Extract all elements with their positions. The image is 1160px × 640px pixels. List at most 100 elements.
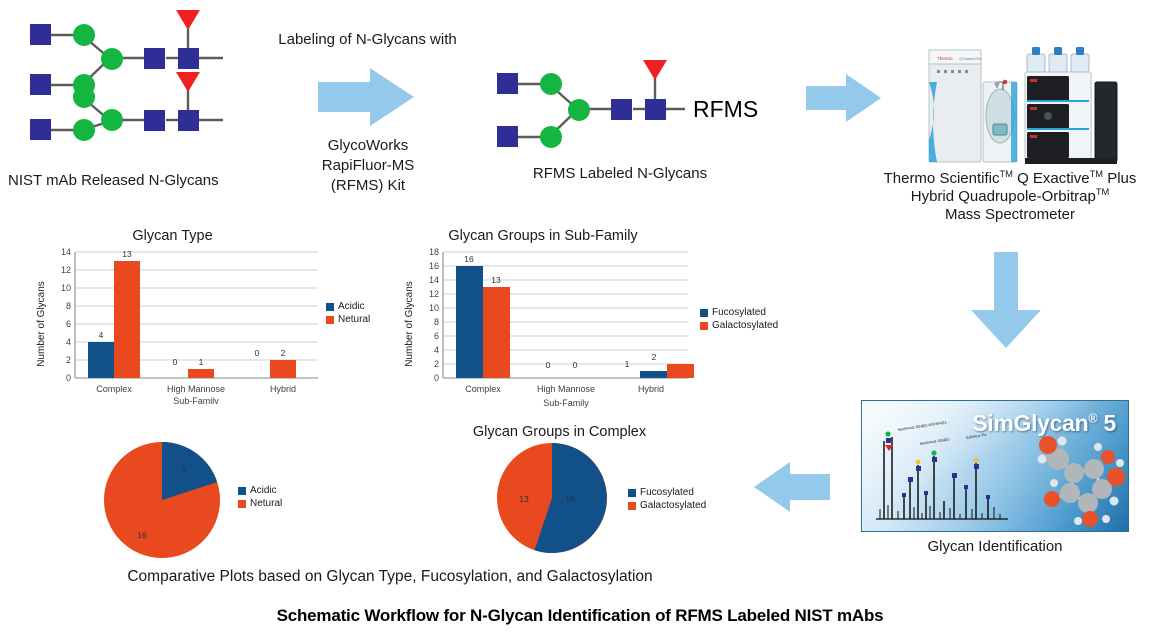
legend-label-galactosylated-pie: Galactosylated <box>640 500 707 511</box>
dl-complex-netural: 13 <box>122 249 132 259</box>
trademark-symbol-2: TM <box>1089 169 1104 179</box>
chart1-legend-item-acidic: Acidic <box>326 300 370 313</box>
legend-label-fucosylated: Fucosylated <box>712 307 766 318</box>
chart2-xlabel: Sub-Family <box>543 398 589 408</box>
released-glycan-structure <box>30 10 223 141</box>
pie2-label-fucosylated: 16 <box>565 494 575 504</box>
chart-glycan-type-title: Glycan Type <box>132 228 213 244</box>
chart2-ytick-3: 6 <box>434 331 439 341</box>
dl2-hm-gal: 0 <box>573 360 578 370</box>
chart1-ytick-6: 12 <box>61 265 71 275</box>
chart1-ylabel: Number of Glycans <box>36 281 47 367</box>
chart-pie-groups-complex-title: Glycan Groups in Complex <box>472 424 647 440</box>
chart-glycan-type: Glycan Type Number of Glycans 0 2 4 6 8 … <box>30 228 370 408</box>
chart2-xtick-2: Hybrid <box>638 384 664 394</box>
simglycan-version: 5 <box>1103 410 1117 436</box>
pie-glycan-type-plot: 4 16 <box>104 442 220 558</box>
fucose-triangle-icon <box>643 60 667 80</box>
chart1-ytick-2: 4 <box>66 337 71 347</box>
legend-label-fucosylated-pie: Fucosylated <box>640 487 694 498</box>
bar-highmannose-netural <box>188 369 214 378</box>
chart1-legend-item-netural: Netural <box>326 313 370 326</box>
dl-hy-netural: 2 <box>281 348 286 358</box>
chart1-xtick-1: High Mannose <box>167 384 225 394</box>
chart2-legend: Fucosylated Galactosylated <box>700 306 778 332</box>
pie-groups-complex-plot: 16 13 <box>497 443 607 553</box>
pie2-legend-item-galactosylated: Galactosylated <box>628 499 706 512</box>
software-caption: Glycan Identification <box>927 538 1063 555</box>
chart1-ytick-5: 10 <box>61 283 71 293</box>
arrow-right-1-icon <box>318 68 414 126</box>
instrument-analyzer: Hybrid Quadrupole-Orbitrap <box>910 188 1096 205</box>
dl-hy-acidic: 0 <box>255 348 260 358</box>
chart2-ytick-4: 8 <box>434 317 439 327</box>
pie2-legend: Fucosylated Galactosylated <box>628 486 706 512</box>
dl2-hy-gal: 2 <box>652 352 657 362</box>
legend-label-acidic-pie: Acidic <box>250 485 277 496</box>
pie2-legend-item-fucosylated: Fucosylated <box>628 486 706 499</box>
instrument-model: Q Exactive <box>1012 170 1090 187</box>
arrow-right-2-icon <box>806 74 881 122</box>
chart2-ytick-6: 12 <box>429 289 439 299</box>
kit-label-line2: RapiFluor-MS <box>321 157 415 174</box>
simglycan-name: SimGlycan <box>972 410 1089 436</box>
chart1-ytick-3: 6 <box>66 319 71 329</box>
legend-swatch-netural-pie <box>238 499 246 508</box>
mannose-circles-icon <box>73 24 123 141</box>
legend-label-acidic: Acidic <box>338 301 365 312</box>
labeled-glycans-caption: RFMS Labeled N-Glycans <box>532 165 708 182</box>
labeling-header: Labeling of N-Glycans with <box>278 31 457 48</box>
legend-label-galactosylated: Galactosylated <box>712 320 779 331</box>
legend-label-netural-pie: Netural <box>250 498 283 509</box>
chart2-ylabel: Number of Glycans <box>404 281 415 367</box>
dl2-hm-fuc: 0 <box>546 360 551 370</box>
simglycan-panel: Neu5Acα2-3Galβ1-4GlcNAcβ1- Neu5Acα2-3Gal… <box>861 400 1129 532</box>
pie2-label-galactosylated: 13 <box>519 494 529 504</box>
chart2-ytick-1: 2 <box>434 359 439 369</box>
trademark-symbol-3: TM <box>1095 187 1110 197</box>
legend-swatch-acidic-pie <box>238 486 246 495</box>
chart2-ytick-5: 10 <box>429 303 439 313</box>
legend-label-netural: Netural <box>338 314 371 325</box>
comparative-plots-caption: Comparative Plots based on Glycan Type, … <box>127 568 653 585</box>
pie1-legend: Acidic Netural <box>238 484 282 510</box>
arrow-down-icon <box>971 252 1041 348</box>
dl-hm-acidic: 0 <box>173 357 178 367</box>
labeled-glycan-structure <box>497 60 685 148</box>
dl2-complex-gal: 13 <box>491 275 501 285</box>
chart2-legend-item-fucosylated: Fucosylated <box>700 306 778 319</box>
arrow-left-icon <box>754 462 830 512</box>
dl2-hy-fuc: 1 <box>625 359 630 369</box>
dl2-complex-fuc: 16 <box>464 254 474 264</box>
chart2-ytick-8: 16 <box>429 261 439 271</box>
bar-hybrid-netural <box>270 360 296 378</box>
chart1-xtick-0: Complex <box>96 384 132 394</box>
simglycan-wordmark: SimGlycan® 5 <box>972 410 1116 437</box>
legend-swatch-fucosylated <box>700 308 708 317</box>
chart-glycan-type-plot: Number of Glycans 0 2 4 6 8 10 12 14 4 1… <box>36 247 318 404</box>
figure-main-title: Schematic Workflow for N-Glycan Identifi… <box>276 606 884 625</box>
kit-label-line1: GlycoWorks <box>327 137 409 154</box>
legend-swatch-netural <box>326 315 334 324</box>
rfms-tag-label: RFMS <box>693 96 759 122</box>
chart1-ytick-7: 14 <box>61 247 71 257</box>
chart2-ytick-9: 18 <box>429 247 439 257</box>
instrument-brand: Thermo Scientific <box>883 170 1000 187</box>
bar2-complex-gal <box>483 287 510 378</box>
chart-pie-glycan-type: 4 16 Acidic Netural <box>92 438 342 563</box>
chart2-ytick-2: 4 <box>434 345 439 355</box>
trademark-symbol-1: TM <box>999 169 1013 179</box>
svg-text:Q Exactive Plus: Q Exactive Plus <box>959 57 982 61</box>
bar-complex-netural <box>114 261 140 378</box>
chart-groups-subfamily: Glycan Groups in Sub-Family Number of Gl… <box>398 228 778 413</box>
dl-complex-acidic: 4 <box>99 330 104 340</box>
chart2-legend-item-galactosylated: Galactosylated <box>700 319 778 332</box>
legend-swatch-fucosylated-pie <box>628 488 636 497</box>
released-glycans-caption: NIST mAb Released N-Glycans <box>8 172 219 189</box>
bar2-hybrid-fuc <box>640 371 667 378</box>
pie1-legend-item-acidic: Acidic <box>238 484 282 497</box>
mass-spectrometer-image: Thermo Q Exactive Plus <box>928 47 1118 164</box>
chart2-xtick-1: High Mannose <box>537 384 595 394</box>
legend-swatch-galactosylated <box>700 321 708 330</box>
svg-text:Thermo: Thermo <box>937 56 953 61</box>
